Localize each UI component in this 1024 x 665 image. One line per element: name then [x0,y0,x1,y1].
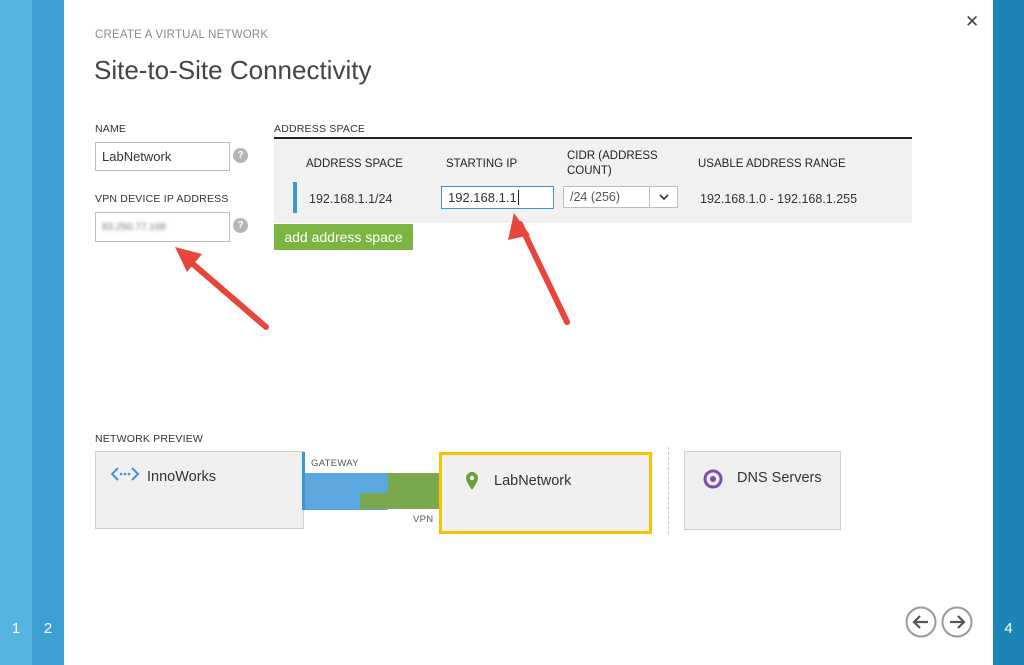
address-space-table: ADDRESS SPACE STARTING IP CIDR (ADDRESS … [274,137,912,223]
vpn-device-ip-label: VPN DEVICE IP ADDRESS [95,193,229,205]
vpn-device-ip-value: 83.250.77.168 [102,221,166,233]
dns-icon [703,469,723,489]
text-cursor [517,190,519,205]
cidr-select[interactable]: /24 (256) [563,186,678,208]
name-input[interactable]: LabNetwork [95,142,230,171]
dns-servers-label: DNS Servers [737,470,822,486]
vpn-help-icon[interactable]: ? [233,218,248,233]
gateway-label: GATEWAY [311,458,359,469]
column-address-space: ADDRESS SPACE [306,158,403,170]
location-pin-icon [466,472,478,490]
starting-ip-value: 192.168.1.1 [448,190,517,205]
step-1-number: 1 [11,620,21,637]
step-4-number: 4 [1004,620,1013,637]
starting-ip-input[interactable]: 192.168.1.1 [441,186,554,209]
preview-divider [668,447,669,534]
vpn-device-ip-input[interactable]: 83.250.77.168 [95,212,230,242]
annotation-arrowhead-left [175,247,202,272]
address-space-section-label: ADDRESS SPACE [274,123,366,135]
next-arrow-button[interactable] [941,606,973,638]
cidr-selected-value: /24 (256) [570,190,621,204]
arrow-right-icon [941,606,973,638]
step-2-number: 2 [43,620,53,637]
network-preview-label: NETWORK PREVIEW [95,433,204,445]
virtual-network-name: LabNetwork [494,473,572,489]
column-usable-range: USABLE ADDRESS RANGE [698,158,846,170]
column-starting-ip: STARTING IP [446,158,518,170]
row-address-space: 192.168.1.1/24 [309,192,393,206]
wizard-step-4[interactable]: 4 [993,0,1024,665]
name-help-icon[interactable]: ? [233,148,248,163]
annotation-arrows [175,213,570,330]
chevron-down-icon[interactable] [649,187,677,207]
add-address-space-button[interactable]: add address space [274,224,413,250]
row-selection-bar [293,182,297,213]
wizard-subtitle: CREATE A VIRTUAL NETWORK [95,29,269,41]
column-cidr: CIDR (ADDRESS COUNT) [567,150,658,177]
name-label: NAME [95,123,127,135]
back-arrow-button[interactable] [905,606,937,638]
wizard-step-1[interactable]: 1 [0,0,32,665]
network-connection-icon [110,466,140,482]
dns-servers-box: DNS Servers [684,451,841,530]
wizard-step-2[interactable]: 2 [32,0,64,665]
arrow-left-icon [905,606,937,638]
local-site-box: InnoWorks [95,451,304,529]
close-icon[interactable]: ✕ [965,12,979,32]
local-site-name: InnoWorks [147,469,217,485]
vpn-label: VPN [413,514,434,525]
row-usable-range: 192.168.1.0 - 192.168.1.255 [700,192,858,206]
virtual-network-box: LabNetwork [439,452,652,534]
page-title: Site-to-Site Connectivity [94,55,372,85]
